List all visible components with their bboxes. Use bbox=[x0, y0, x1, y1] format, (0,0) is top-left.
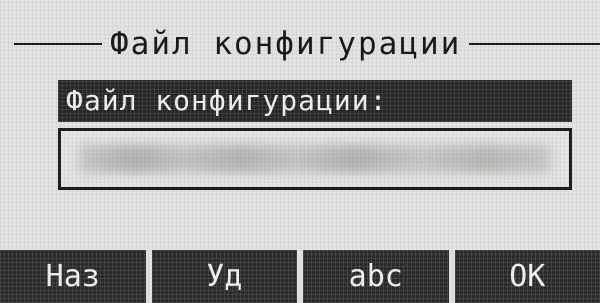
screen-header: Файл конфигурации bbox=[14, 22, 600, 66]
ok-softkey[interactable]: OK bbox=[454, 250, 600, 303]
field-label: Файл конфигурации: bbox=[58, 80, 572, 122]
header-rule-left bbox=[14, 43, 102, 45]
header-rule-right bbox=[469, 43, 600, 45]
config-file-input[interactable] bbox=[58, 128, 572, 190]
softkey-bar: Наз Уд abc OK bbox=[0, 250, 600, 303]
phone-lcd-screen: Файл конфигурации Файл конфигурации: Наз… bbox=[0, 0, 600, 303]
input-mode-softkey[interactable]: abc bbox=[303, 250, 449, 303]
delete-softkey[interactable]: Уд bbox=[151, 250, 297, 303]
back-softkey[interactable]: Наз bbox=[0, 250, 146, 303]
blurred-field-value bbox=[79, 145, 551, 173]
page-title: Файл конфигурации bbox=[110, 26, 462, 62]
